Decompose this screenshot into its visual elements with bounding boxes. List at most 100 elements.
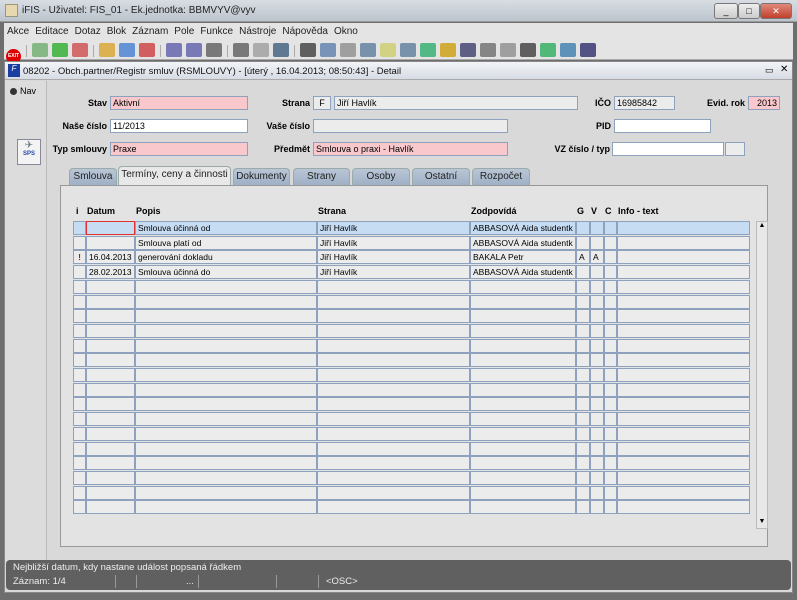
cell-info-text[interactable] [617,221,750,235]
vertical-scrollbar[interactable]: ▲ ▼ [756,221,768,529]
cell-strana[interactable] [317,323,470,338]
cell-v[interactable]: A [590,250,604,265]
cell-zodpovida[interactable] [470,294,576,309]
cell-datum[interactable]: 28.02.2013 [86,265,135,280]
cell-popis[interactable] [135,470,317,485]
cell-v[interactable] [590,426,604,441]
cell-popis[interactable] [135,382,317,397]
cell-g[interactable] [576,338,590,353]
cell-zodpovida[interactable] [470,323,576,338]
menu-9[interactable]: Okno [331,23,361,40]
cell-g[interactable] [576,323,590,338]
vase-cislo-field[interactable] [313,119,508,133]
tab-ostatní[interactable]: Ostatní [412,168,470,185]
cell-info-flag[interactable] [73,500,86,515]
cell-v[interactable] [590,294,604,309]
cell-v[interactable] [590,309,604,324]
cell-c[interactable] [604,323,617,338]
nase-cislo-field[interactable]: 11/2013 [110,119,248,133]
close-form-icon[interactable]: ✕ [780,64,788,75]
cell-info-text[interactable] [617,500,750,515]
cell-zodpovida[interactable] [470,485,576,500]
cell-strana[interactable] [317,353,470,368]
cell-info-text[interactable] [617,412,750,427]
cell-g[interactable]: A [576,250,590,265]
cell-strana[interactable] [317,470,470,485]
cell-c[interactable] [604,221,617,235]
cell-info-text[interactable] [617,456,750,471]
tree-icon[interactable] [380,43,396,57]
cell-v[interactable] [590,485,604,500]
cell-strana[interactable] [317,426,470,441]
cell-info-flag[interactable] [73,294,86,309]
cell-c[interactable] [604,265,617,280]
cell-zodpovida[interactable]: ABBASOVÁ Aida studentk [470,235,576,250]
cell-g[interactable] [576,353,590,368]
pid-field[interactable] [614,119,711,133]
cell-info-flag[interactable] [73,323,86,338]
cell-strana[interactable] [317,294,470,309]
cell-datum[interactable] [86,368,135,382]
cell-info-flag[interactable] [73,368,86,382]
cell-zodpovida[interactable] [470,456,576,471]
cell-strana[interactable] [317,309,470,324]
menu-1[interactable]: Editace [32,23,71,40]
cell-zodpovida[interactable] [470,412,576,427]
cell-v[interactable] [590,500,604,515]
cell-popis[interactable]: Smlouva účinná do [135,265,317,280]
cell-strana[interactable] [317,382,470,397]
cell-v[interactable] [590,382,604,397]
cell-popis[interactable] [135,485,317,500]
print-icon[interactable] [233,43,249,57]
cell-zodpovida[interactable] [470,279,576,294]
mail-icon[interactable] [273,43,289,57]
tab-dokumenty[interactable]: Dokumenty [233,168,290,185]
cell-c[interactable] [604,338,617,353]
cell-c[interactable] [604,235,617,250]
cell-info-text[interactable] [617,397,750,412]
tab-rozpočet[interactable]: Rozpočet [472,168,530,185]
document-icon[interactable] [400,43,416,57]
cell-datum[interactable] [86,353,135,368]
cell-v[interactable] [590,397,604,412]
menu-5[interactable]: Pole [171,23,197,40]
cell-g[interactable] [576,426,590,441]
cell-popis[interactable] [135,500,317,515]
cell-info-text[interactable] [617,235,750,250]
cell-v[interactable] [590,412,604,427]
tab-osoby[interactable]: Osoby [352,168,410,185]
cell-strana[interactable]: Jiří Havlík [317,265,470,280]
cell-v[interactable] [590,353,604,368]
cell-c[interactable] [604,309,617,324]
cut-icon[interactable] [300,43,316,57]
cell-info-text[interactable] [617,353,750,368]
query-execute-icon[interactable] [119,43,135,57]
star-icon[interactable] [440,43,456,57]
cell-g[interactable] [576,412,590,427]
strana-type-field[interactable]: F [313,96,331,110]
cell-g[interactable] [576,500,590,515]
cell-strana[interactable]: Jiří Havlík [317,235,470,250]
cell-c[interactable] [604,412,617,427]
cell-strana[interactable] [317,500,470,515]
cell-v[interactable] [590,368,604,382]
sum-icon[interactable] [520,43,536,57]
cell-g[interactable] [576,470,590,485]
cell-datum[interactable] [86,221,135,235]
cell-info-flag[interactable] [73,382,86,397]
cell-datum[interactable] [86,470,135,485]
menu-7[interactable]: Nástroje [236,23,279,40]
cell-g[interactable] [576,456,590,471]
cell-c[interactable] [604,500,617,515]
tab-strany[interactable]: Strany [293,168,350,185]
vz-typ-field[interactable] [725,142,745,156]
cell-zodpovida[interactable] [470,426,576,441]
cell-g[interactable] [576,294,590,309]
query-cancel-icon[interactable] [139,43,155,57]
predmet-field[interactable]: Smlouva o praxi - Havlík [313,142,508,156]
help-icon[interactable] [580,43,596,57]
cell-zodpovida[interactable] [470,338,576,353]
menu-0[interactable]: Akce [4,23,32,40]
filter-icon[interactable] [206,43,222,57]
query-enter-icon[interactable] [99,43,115,57]
